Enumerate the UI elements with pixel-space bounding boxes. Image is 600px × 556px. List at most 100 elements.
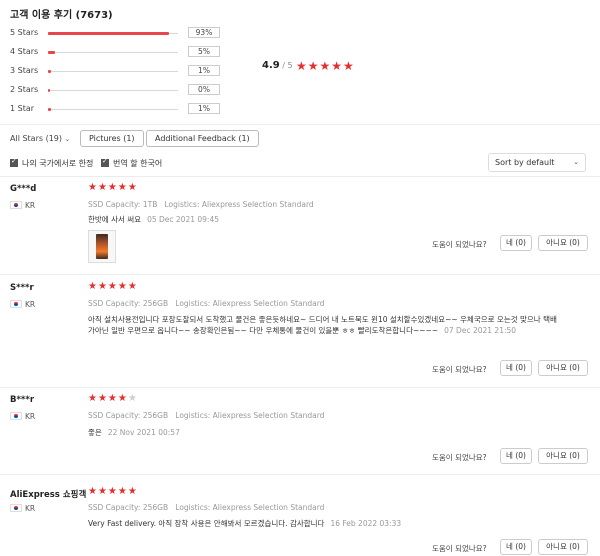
stars-on: ★★★★ xyxy=(88,393,128,404)
capacity-value: 256GB xyxy=(142,299,169,308)
helpful-no-button[interactable]: 아니요 (0) xyxy=(538,235,588,251)
helpful-prompt: 도움이 되었나요? xyxy=(432,544,487,553)
rating-bar xyxy=(48,51,178,54)
sort-label: Sort by default xyxy=(495,158,555,167)
pictures-filter-button[interactable]: Pictures (1) xyxy=(80,130,144,147)
review-body: 한밧에 사서 써요 xyxy=(88,215,142,224)
helpful-no-button[interactable]: 아니요 (0) xyxy=(538,448,588,464)
checkbox-checked-icon xyxy=(101,157,109,167)
capacity-label: SSD Capacity: xyxy=(88,411,141,420)
rating-bar-fill xyxy=(48,108,51,111)
capacity-value: 256GB xyxy=(142,411,169,420)
rating-label: 1 Star xyxy=(10,104,35,113)
korea-flag-icon xyxy=(10,300,22,308)
logistics-value: Aliexpress Selection Standard xyxy=(212,503,325,512)
average-rating: 4.9 / 5 xyxy=(262,60,293,71)
rating-row-3[interactable]: 3 Stars 1% xyxy=(10,65,250,77)
review-text: Very Fast delivery. 아직 장착 사용은 안해봐서 모르겠습니… xyxy=(88,518,558,529)
capacity-label: SSD Capacity: xyxy=(88,299,141,308)
rating-row-2[interactable]: 2 Stars 0% xyxy=(10,84,250,96)
average-stars: ★★★★★ xyxy=(296,59,355,73)
logistics-label: Logistics: xyxy=(175,503,211,512)
helpful-prompt: 도움이 되었나요? xyxy=(432,365,487,374)
review-text: 좋은 22 Nov 2021 00:57 xyxy=(88,427,558,438)
review-attributes: SSD Capacity: 256GB Logistics: Aliexpres… xyxy=(88,299,324,308)
translate-checkbox[interactable]: 번역 할 한국어 xyxy=(101,157,163,169)
rating-row-4[interactable]: 4 Stars 5% xyxy=(10,46,250,58)
rating-label: 3 Stars xyxy=(10,66,39,75)
logistics-label: Logistics: xyxy=(164,200,200,209)
korea-flag-icon xyxy=(10,201,22,209)
country-code: KR xyxy=(25,201,36,210)
all-stars-label: All Stars (19) xyxy=(10,134,62,143)
review-text: 한밧에 사서 써요 05 Dec 2021 09:45 xyxy=(88,214,558,225)
review-date: 07 Dec 2021 21:50 xyxy=(444,326,517,335)
rating-bar-fill xyxy=(48,89,50,92)
helpful-yes-button[interactable]: 네 (0) xyxy=(500,539,532,555)
stars-on: ★★★★★ xyxy=(88,281,138,292)
all-stars-dropdown[interactable]: All Stars (19) ⌄ xyxy=(10,134,70,143)
helpful-yes-button[interactable]: 네 (0) xyxy=(500,360,532,376)
rating-percent: 1% xyxy=(188,65,220,76)
rating-bar xyxy=(48,89,178,92)
rating-bar xyxy=(48,108,178,111)
reviewer-name: AliExpress 쇼핑객 xyxy=(10,490,87,500)
rating-percent: 1% xyxy=(188,103,220,114)
korea-flag-icon xyxy=(10,412,22,420)
rating-bar xyxy=(48,32,178,35)
checkbox-checked-icon xyxy=(10,157,18,167)
helpful-no-button[interactable]: 아니요 (0) xyxy=(538,360,588,376)
rating-label: 4 Stars xyxy=(10,47,39,56)
capacity-value: 256GB xyxy=(142,503,169,512)
country-code: KR xyxy=(25,412,36,421)
review-body: 좋은 xyxy=(88,428,102,437)
logistics-label: Logistics: xyxy=(175,299,211,308)
rating-row-1[interactable]: 1 Star 1% xyxy=(10,103,250,115)
capacity-label: SSD Capacity: xyxy=(88,503,141,512)
rating-bar-fill xyxy=(48,32,169,35)
review-attributes: SSD Capacity: 256GB Logistics: Aliexpres… xyxy=(88,503,324,512)
divider xyxy=(0,474,600,475)
rating-bar xyxy=(48,70,178,73)
helpful-yes-button[interactable]: 네 (0) xyxy=(500,448,532,464)
review-body: Very Fast delivery. 아직 장착 사용은 안해봐서 모르겠습니… xyxy=(88,519,325,528)
reviewer-name: S***r xyxy=(10,283,34,293)
helpful-prompt: 도움이 되었나요? xyxy=(432,453,487,462)
country-code: KR xyxy=(25,504,36,513)
rating-bar-fill xyxy=(48,51,55,54)
chevron-down-icon: ⌄ xyxy=(64,135,71,143)
country-only-checkbox[interactable]: 나의 국가에서로 한정 xyxy=(10,157,93,169)
capacity-value: 1TB xyxy=(142,200,158,209)
translate-label: 번역 할 한국어 xyxy=(113,159,163,168)
additional-feedback-filter-button[interactable]: Additional Feedback (1) xyxy=(146,130,259,147)
rating-percent: 0% xyxy=(188,84,220,95)
review-photo[interactable] xyxy=(88,230,116,263)
stars-on: ★★★★★ xyxy=(88,486,138,497)
divider xyxy=(0,387,600,388)
reviewer-country: KR xyxy=(10,412,35,421)
divider xyxy=(0,124,600,125)
reviewer-country: KR xyxy=(10,504,35,513)
helpful-prompt: 도움이 되었나요? xyxy=(432,240,487,249)
logistics-label: Logistics: xyxy=(175,411,211,420)
review-stars: ★★★★★ xyxy=(88,486,138,497)
divider xyxy=(0,274,600,275)
helpful-no-button[interactable]: 아니요 (0) xyxy=(538,539,588,555)
logistics-value: Aliexpress Selection Standard xyxy=(212,299,325,308)
reviewer-country: KR xyxy=(10,300,35,309)
review-date: 22 Nov 2021 00:57 xyxy=(107,428,180,437)
reviewer-name: B***r xyxy=(10,395,35,405)
rating-bar-fill xyxy=(48,70,51,73)
logistics-value: Aliexpress Selection Standard xyxy=(201,200,314,209)
review-date: 05 Dec 2021 09:45 xyxy=(147,215,219,224)
review-text: 아직 설치사용전입니다 포장도잘되서 도착했고 물건은 좋은듯하네요~ 드디어 … xyxy=(88,314,558,336)
average-score: 4.9 xyxy=(262,60,280,71)
country-code: KR xyxy=(25,300,36,309)
rating-row-5[interactable]: 5 Stars 93% xyxy=(10,27,250,39)
reviews-title: 고객 이용 후기 (7673) xyxy=(10,10,113,21)
divider xyxy=(0,176,600,177)
rating-percent: 5% xyxy=(188,46,220,57)
sort-select[interactable]: Sort by default ⌄ xyxy=(488,153,586,172)
helpful-yes-button[interactable]: 네 (0) xyxy=(500,235,532,251)
reviewer-country: KR xyxy=(10,201,35,210)
